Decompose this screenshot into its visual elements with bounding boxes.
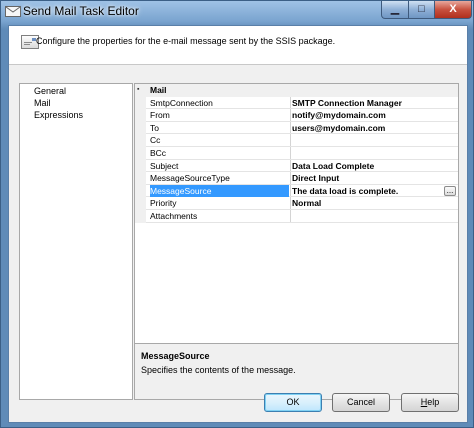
property-name: Cc <box>150 135 161 146</box>
ok-button[interactable]: OK <box>264 393 322 412</box>
property-name: BCc <box>150 148 167 158</box>
maximize-icon: □ <box>418 3 425 15</box>
cancel-button[interactable]: Cancel <box>332 393 390 412</box>
property-row-attachments[interactable]: Attachments <box>135 210 458 223</box>
minimize-icon: ▁ <box>390 3 400 15</box>
category-label: Mail <box>150 85 167 95</box>
window-title: Send Mail Task Editor <box>23 4 139 18</box>
property-row-to[interactable]: To users@mydomain.com <box>135 121 458 135</box>
property-value[interactable]: Data Load Complete <box>292 160 458 173</box>
property-value[interactable] <box>292 210 458 223</box>
collapse-toggle-icon[interactable]: ▪ <box>137 86 139 94</box>
dialog-window: Send Mail Task Editor ▁ □ X Configure th… <box>0 0 474 428</box>
property-row-cc[interactable]: Cc <box>135 134 458 147</box>
nav-item-general[interactable]: General <box>34 86 66 96</box>
property-name: From <box>150 110 170 121</box>
property-row-from[interactable]: From notify@mydomain.com <box>135 109 458 122</box>
property-name: MessageSource <box>150 184 289 198</box>
close-button[interactable]: X <box>434 1 472 19</box>
header-description: Configure the properties for the e-mail … <box>36 36 336 46</box>
category-row-mail: ▪ Mail <box>135 84 458 97</box>
property-name: MessageSourceType <box>150 173 230 184</box>
property-name: Priority <box>150 198 177 209</box>
property-value[interactable]: SMTP Connection Manager <box>292 97 458 110</box>
header-divider <box>9 64 467 65</box>
property-row-smtpconnection[interactable]: SmtpConnection SMTP Connection Manager <box>135 96 458 110</box>
nav-item-expressions[interactable]: Expressions <box>34 110 83 120</box>
mail-task-icon <box>5 6 21 17</box>
title-bar[interactable]: Send Mail Task Editor ▁ □ X <box>1 1 473 23</box>
property-name: SmtpConnection <box>150 97 213 108</box>
property-name: Attachments <box>150 211 198 221</box>
dialog-client-area: Configure the properties for the e-mail … <box>8 25 468 423</box>
minimize-button[interactable]: ▁ <box>381 1 409 19</box>
property-row-bcc[interactable]: BCc <box>135 147 458 160</box>
header-band: Configure the properties for the e-mail … <box>9 26 467 64</box>
property-grid: ▪ Mail SmtpConnection SMTP Connection Ma… <box>134 83 459 347</box>
property-row-messagesourcetype[interactable]: MessageSourceType Direct Input <box>135 172 458 185</box>
property-value[interactable]: users@mydomain.com <box>292 122 458 135</box>
close-icon: X <box>449 3 457 15</box>
property-row-priority[interactable]: Priority Normal <box>135 197 458 210</box>
property-value[interactable]: The data load is complete. <box>292 185 458 198</box>
property-value[interactable]: Normal <box>292 197 458 210</box>
help-button[interactable]: Help <box>401 393 459 412</box>
property-value[interactable] <box>292 134 458 147</box>
property-row-messagesource[interactable]: MessageSource The data load is complete.… <box>135 184 458 198</box>
nav-item-mail[interactable]: Mail <box>34 98 51 108</box>
property-value[interactable]: Direct Input <box>292 172 458 185</box>
help-button-label: elp <box>427 397 440 407</box>
ellipsis-button[interactable]: ... <box>444 185 456 196</box>
property-help-panel: MessageSource Specifies the contents of … <box>134 343 459 400</box>
page-nav-list: General Mail Expressions <box>19 83 133 400</box>
property-row-subject[interactable]: Subject Data Load Complete <box>135 159 458 173</box>
help-description: Specifies the contents of the message. <box>141 365 296 375</box>
maximize-button[interactable]: □ <box>408 1 435 19</box>
help-title: MessageSource <box>141 351 210 361</box>
property-name: Subject <box>150 160 179 171</box>
property-value[interactable] <box>292 147 458 160</box>
property-value[interactable]: notify@mydomain.com <box>292 109 458 122</box>
property-name: To <box>150 122 159 133</box>
